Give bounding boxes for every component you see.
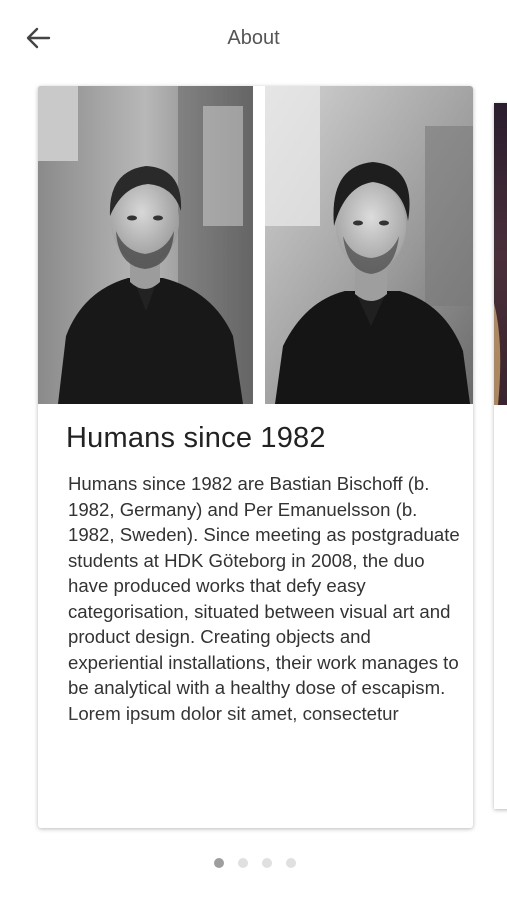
card-title: Humans since 1982: [66, 422, 326, 454]
top-app-bar: About: [0, 0, 507, 78]
pagination-dot[interactable]: [261, 858, 272, 868]
pagination-dot[interactable]: [237, 858, 248, 868]
about-card[interactable]: Humans since 1982 Humans since 1982 are …: [38, 86, 473, 828]
pagination-dots: [0, 858, 507, 868]
card-photos: [38, 86, 473, 404]
page-title: About: [227, 27, 280, 49]
portrait-photo: [38, 86, 253, 404]
next-card[interactable]: [494, 103, 507, 809]
pagination-dot-active[interactable]: [213, 858, 224, 868]
about-screen: About Humans since 1982 Humans since 198…: [0, 0, 507, 900]
pagination-dot[interactable]: [285, 858, 296, 868]
card-description: Humans since 1982 are Bastian Bischoff (…: [68, 473, 460, 724]
portrait-photo: [265, 86, 473, 404]
next-card-photo: [494, 103, 507, 405]
